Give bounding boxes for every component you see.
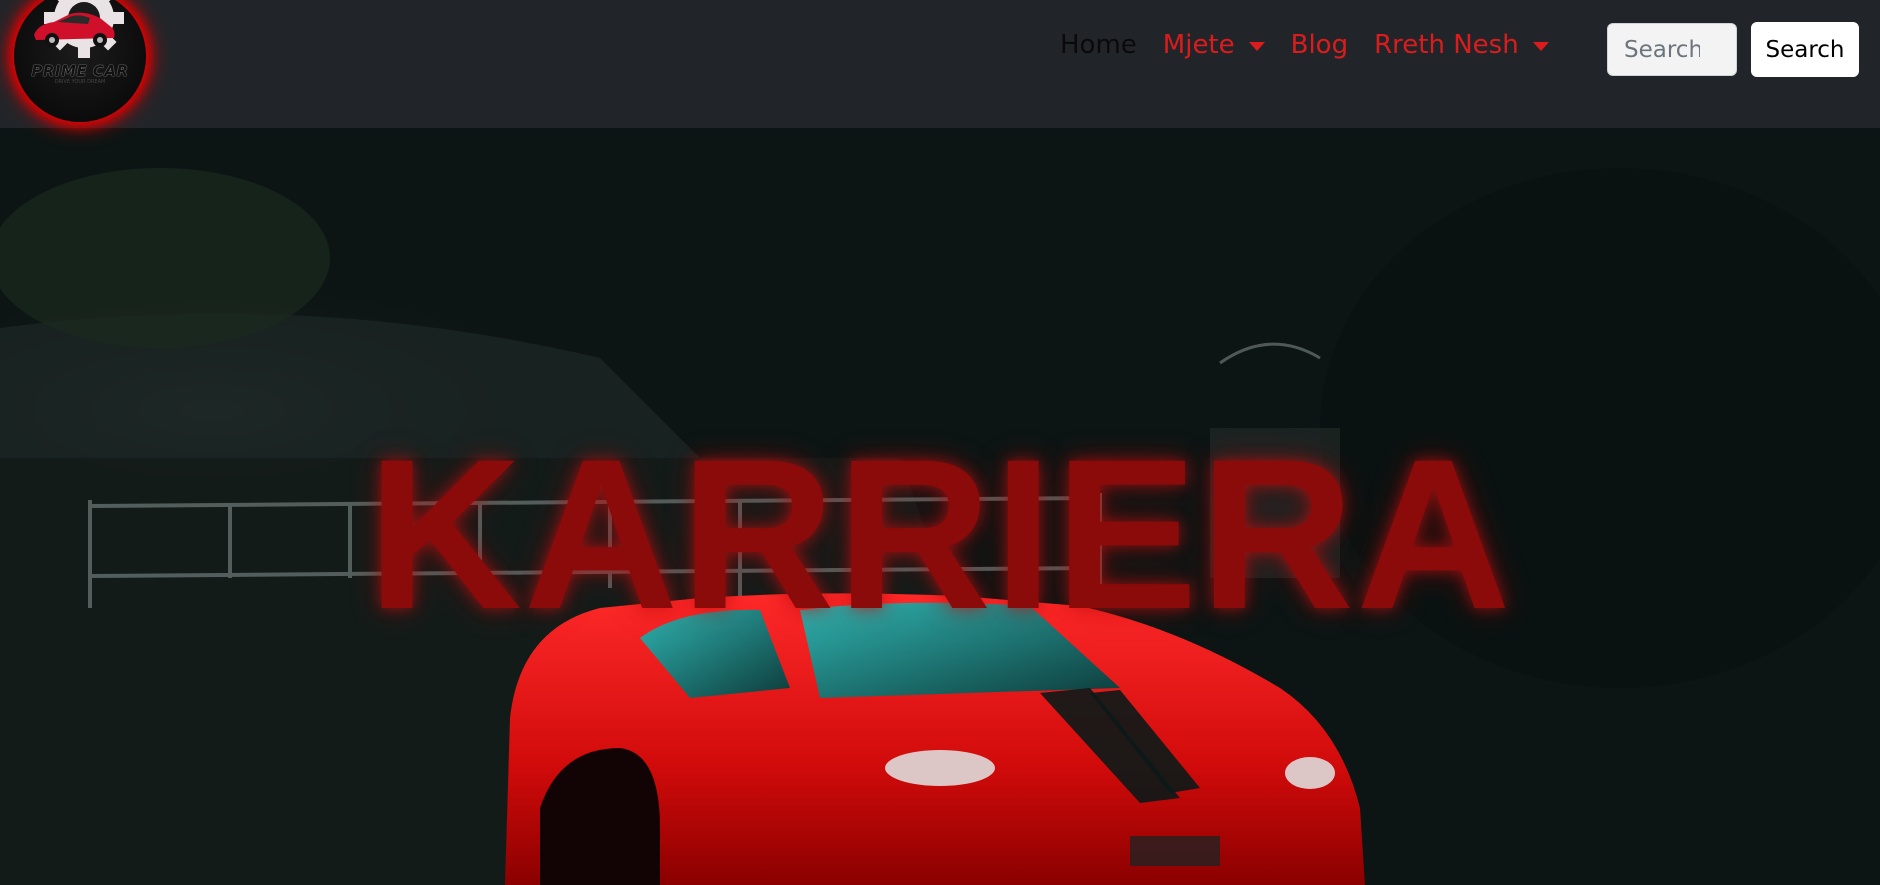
nav-item-label: Mjete	[1162, 30, 1235, 60]
nav-menu: Home Mjete Blog Rreth Nesh	[1060, 30, 1575, 60]
nav-item-label: Rreth Nesh	[1374, 30, 1519, 60]
top-navbar: PRIME CAR DRIVE YOUR DREAM Home Mjete Bl…	[0, 0, 1880, 128]
search-input[interactable]	[1607, 23, 1737, 76]
nav-item-blog[interactable]: Blog	[1291, 30, 1348, 60]
logo-text: PRIME CAR	[31, 62, 129, 80]
nav-item-mjete[interactable]: Mjete	[1163, 30, 1265, 60]
nav-item-rreth-nesh[interactable]: Rreth Nesh	[1374, 30, 1549, 60]
nav-item-home[interactable]: Home	[1060, 30, 1137, 60]
hero-title: KARRIERA	[367, 415, 1513, 655]
caret-down-icon	[1532, 41, 1549, 51]
caret-down-icon	[1248, 41, 1265, 51]
hero-banner: KARRIERA	[0, 128, 1880, 885]
logo-subtext: DRIVE YOUR DREAM	[54, 79, 106, 85]
search-button[interactable]: Search	[1751, 22, 1859, 77]
nav-item-label: Home	[1060, 30, 1137, 60]
gear-car-icon	[34, 0, 124, 58]
search-form: Search	[1607, 22, 1859, 77]
nav-item-label: Blog	[1290, 30, 1349, 60]
brand-logo[interactable]: PRIME CAR DRIVE YOUR DREAM	[14, 0, 146, 122]
